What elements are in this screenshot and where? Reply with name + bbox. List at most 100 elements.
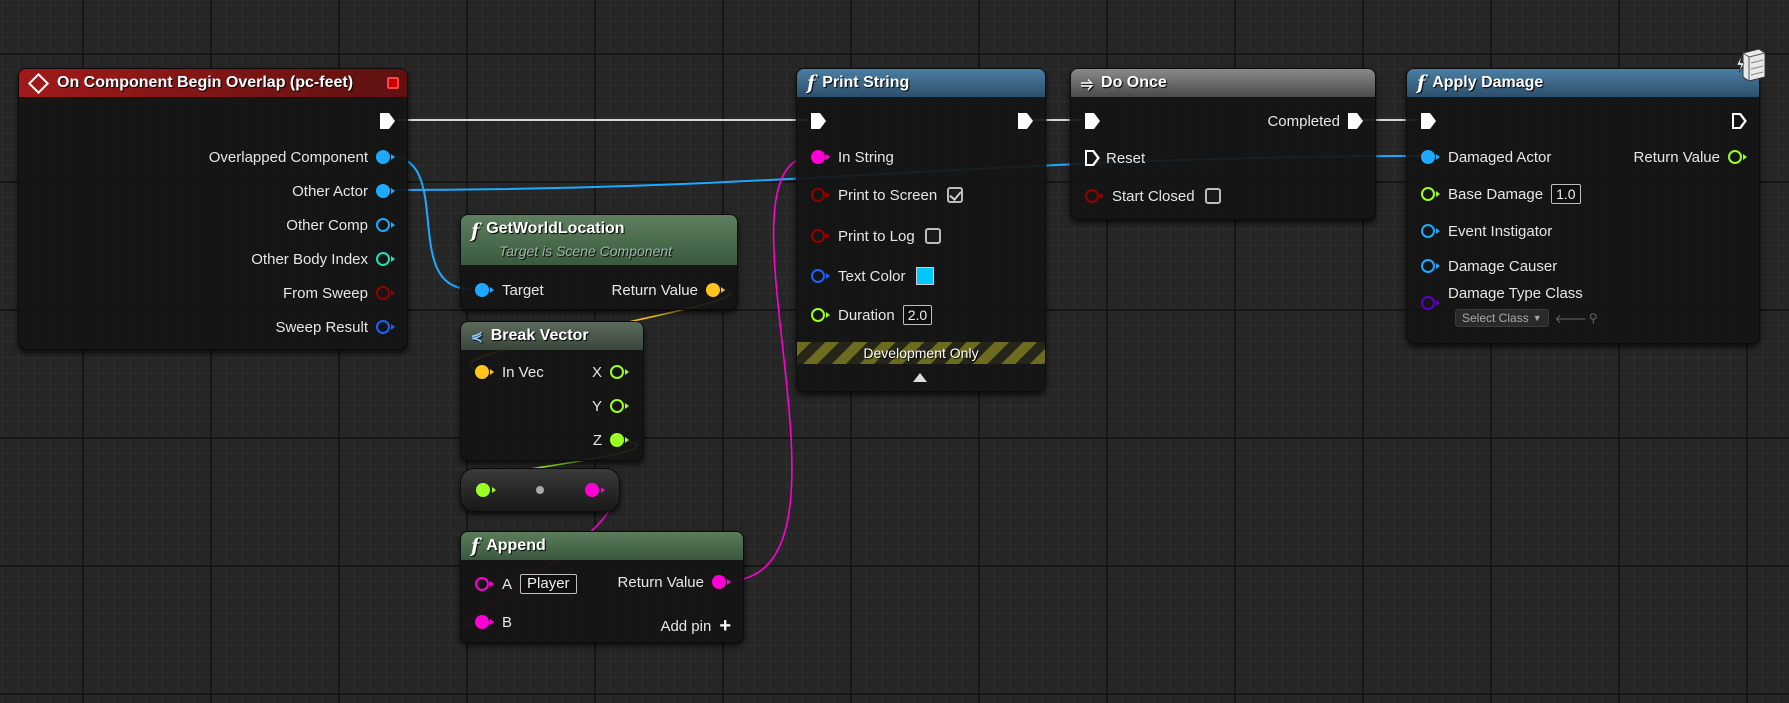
text-color-pin[interactable] xyxy=(811,269,825,283)
delegate-square-icon[interactable] xyxy=(387,77,399,89)
damaged-actor-pin[interactable] xyxy=(1421,150,1435,164)
sweep-result-label: Sweep Result xyxy=(275,318,368,336)
other-comp-pin[interactable] xyxy=(376,218,390,232)
x-pin[interactable] xyxy=(610,365,624,379)
print-to-screen-row: Print to Screen xyxy=(811,183,964,207)
target-row: Target xyxy=(475,278,544,302)
in-vec-pin[interactable] xyxy=(475,365,489,379)
damage-causer-pin[interactable] xyxy=(1421,259,1435,273)
function-icon: f xyxy=(807,72,816,94)
append-a-input[interactable]: Player xyxy=(520,574,577,594)
break-vector-node[interactable]: ⋞ Break Vector In Vec X Y Z xyxy=(460,321,644,461)
conversion-node[interactable] xyxy=(460,468,620,512)
damage-type-class-pin[interactable] xyxy=(1421,296,1435,310)
browse-search-icon[interactable]: ⚲ xyxy=(1589,311,1598,325)
base-damage-row: Base Damage 1.0 xyxy=(1421,182,1581,206)
print-string-node[interactable]: f Print String In String Print to Screen… xyxy=(796,68,1046,392)
expand-arrow-icon[interactable] xyxy=(913,373,927,382)
duration-input[interactable]: 2.0 xyxy=(902,305,933,325)
base-damage-input[interactable]: 1.0 xyxy=(1551,184,1581,204)
in-vec-row: In Vec xyxy=(475,360,544,384)
apply-damage-title: Apply Damage xyxy=(1432,74,1544,91)
event-instigator-pin[interactable] xyxy=(1421,224,1435,238)
append-return-pin[interactable] xyxy=(712,575,726,589)
conversion-dot-icon xyxy=(536,486,544,494)
exec-in-pin[interactable] xyxy=(1085,113,1100,129)
get-world-location-node[interactable]: f GetWorldLocation Target is Scene Compo… xyxy=(460,214,738,310)
print-to-log-row: Print to Log xyxy=(811,224,941,248)
gwl-return-pin[interactable] xyxy=(706,283,720,297)
break-vector-title: Break Vector xyxy=(490,327,589,344)
damaged-actor-row: Damaged Actor xyxy=(1421,145,1551,169)
y-pin[interactable] xyxy=(610,399,624,413)
start-closed-pin[interactable] xyxy=(1085,189,1099,203)
completed-exec-pin[interactable] xyxy=(1348,113,1363,129)
other-body-index-pin[interactable] xyxy=(376,252,390,266)
text-color-swatch[interactable] xyxy=(915,267,934,285)
print-to-log-pin[interactable] xyxy=(811,229,825,243)
base-damage-pin[interactable] xyxy=(1421,187,1435,201)
get-world-location-header: f GetWorldLocation Target is Scene Compo… xyxy=(461,215,737,265)
apply-damage-node[interactable]: f Apply Damage Damaged Actor Return Valu… xyxy=(1406,48,1766,344)
function-icon: f xyxy=(1417,72,1426,94)
from-sweep-pin[interactable] xyxy=(376,286,390,300)
duration-label: Duration xyxy=(838,306,895,324)
do-once-node[interactable]: ⥤ Do Once Completed Reset Start Closed xyxy=(1070,68,1376,220)
gwl-return-row: Return Value xyxy=(612,278,725,302)
other-actor-pin[interactable] xyxy=(376,184,390,198)
print-to-log-label: Print to Log xyxy=(838,227,915,245)
append-a-row: A Player xyxy=(475,572,577,596)
in-string-label: In String xyxy=(838,148,894,166)
apply-damage-return-pin[interactable] xyxy=(1728,150,1742,164)
exec-in-pin[interactable] xyxy=(1421,113,1436,129)
append-b-label: B xyxy=(502,613,513,631)
print-string-header: f Print String xyxy=(797,69,1045,97)
exec-out-pin[interactable] xyxy=(380,113,395,129)
target-pin[interactable] xyxy=(475,283,489,297)
conversion-out-pin[interactable] xyxy=(585,483,599,497)
exec-out-pin[interactable] xyxy=(1018,113,1033,129)
append-b-pin[interactable] xyxy=(475,615,489,629)
server-authority-icon xyxy=(1736,48,1766,82)
sweep-result-row: Sweep Result xyxy=(275,315,395,339)
overlap-event-node[interactable]: On Component Begin Overlap (pc-feet) Ove… xyxy=(18,68,408,350)
print-to-screen-label: Print to Screen xyxy=(838,186,938,204)
z-pin[interactable] xyxy=(610,433,624,447)
append-header: f Append xyxy=(461,532,743,560)
reset-exec-pin[interactable] xyxy=(1085,150,1100,166)
print-string-title: Print String xyxy=(822,74,910,91)
conversion-in-pin[interactable] xyxy=(476,483,490,497)
append-node[interactable]: f Append A Player B Return Value Add pin… xyxy=(460,531,744,643)
event-diamond-icon xyxy=(27,72,50,94)
use-selected-arrow-icon[interactable]: 🡐 xyxy=(1555,311,1587,326)
print-to-log-checkbox[interactable] xyxy=(924,228,941,244)
function-icon: f xyxy=(471,220,480,242)
overlap-event-title: On Component Begin Overlap (pc-feet) xyxy=(57,74,354,91)
start-closed-checkbox[interactable] xyxy=(1204,188,1221,204)
plus-icon[interactable]: + xyxy=(719,616,731,636)
add-pin-row[interactable]: Add pin + xyxy=(660,614,731,638)
duration-pin[interactable] xyxy=(811,308,825,322)
select-class-dropdown[interactable]: Select Class ▼ xyxy=(1455,309,1549,327)
text-color-row: Text Color xyxy=(811,264,934,288)
append-a-label: A xyxy=(502,575,513,593)
exec-in-pin[interactable] xyxy=(811,113,826,129)
function-icon: f xyxy=(471,535,480,557)
exec-out-pin[interactable] xyxy=(1732,113,1747,129)
damage-causer-row: Damage Causer xyxy=(1421,254,1557,278)
y-label: Y xyxy=(591,397,602,415)
other-actor-label: Other Actor xyxy=(292,182,368,200)
start-closed-row: Start Closed xyxy=(1085,184,1221,208)
in-string-pin[interactable] xyxy=(811,150,825,164)
print-to-screen-checkbox[interactable] xyxy=(947,187,964,203)
event-instigator-row: Event Instigator xyxy=(1421,219,1552,243)
print-to-screen-pin[interactable] xyxy=(811,188,825,202)
other-body-index-row: Other Body Index xyxy=(251,247,395,271)
sweep-result-pin[interactable] xyxy=(376,320,390,334)
overlapped-component-row: Overlapped Component xyxy=(209,145,395,169)
append-return-label: Return Value xyxy=(617,573,704,591)
gwl-return-label: Return Value xyxy=(611,281,698,299)
append-a-pin[interactable] xyxy=(475,577,489,591)
get-world-location-title: GetWorldLocation xyxy=(486,220,625,237)
overlapped-component-pin[interactable] xyxy=(376,150,390,164)
